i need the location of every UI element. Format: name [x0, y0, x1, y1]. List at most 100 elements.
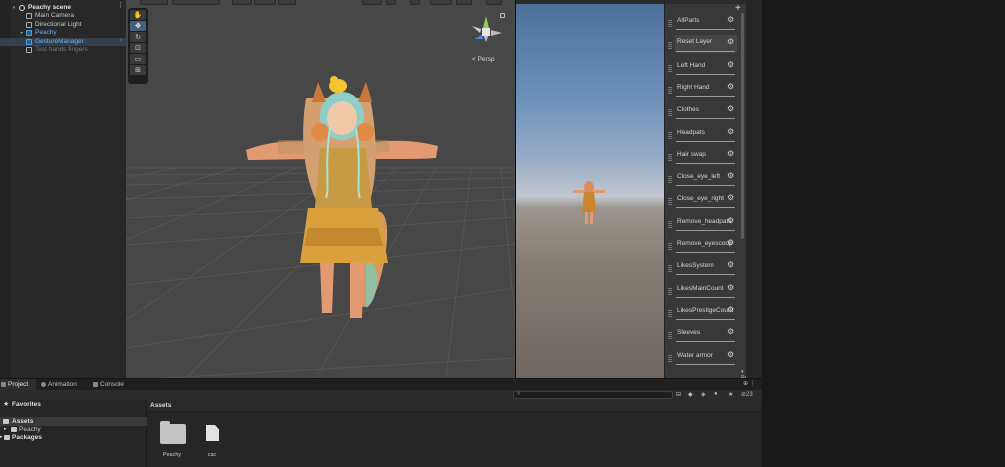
gear-icon[interactable]: ⚙ — [727, 260, 734, 269]
expression-control-name[interactable]: Left Hand — [677, 62, 734, 69]
chevron-right-icon[interactable]: ▸ — [19, 29, 25, 38]
expression-menu-scrollbar[interactable] — [741, 13, 744, 239]
global-dropdown[interactable] — [172, 0, 220, 5]
drag-handle-icon[interactable] — [668, 109, 672, 117]
drag-handle-icon[interactable] — [668, 287, 672, 295]
expression-control-name[interactable]: Hair swap — [677, 151, 734, 158]
expression-control-item[interactable]: LikesMainCount ⚙ — [665, 281, 747, 303]
expression-control-name[interactable]: LikesMainCount — [677, 285, 734, 292]
expression-control-item[interactable]: Sleeves ⚙ — [665, 325, 747, 347]
move-tool-icon[interactable]: ✥ — [130, 21, 146, 31]
panel-lock-icon[interactable]: ⊕ ⋮ — [743, 380, 756, 387]
expression-control-name[interactable]: LikesPrestigeCount — [677, 307, 734, 314]
drag-handle-icon[interactable] — [668, 64, 672, 72]
expression-control-name[interactable]: AllParts — [677, 17, 734, 24]
expression-control-item[interactable]: Headpats ⚙ — [665, 125, 747, 147]
tree-packages[interactable]: ▸ Packages — [0, 433, 147, 442]
drag-handle-icon[interactable] — [668, 198, 672, 206]
favorite-star-icon[interactable]: ★ — [728, 391, 733, 398]
hand-tool-icon[interactable]: ✋ — [130, 10, 146, 20]
rotate-tool-icon[interactable]: ↻ — [130, 32, 146, 42]
increment-toggle[interactable] — [278, 0, 296, 5]
expression-control-item[interactable]: Right Hand ⚙ — [665, 80, 747, 102]
expression-control-item[interactable]: Remove_headpats ⚙ — [665, 214, 747, 236]
hierarchy-menu-icon[interactable]: ⋮ — [117, 1, 124, 9]
expression-control-item[interactable]: Left Hand ⚙ — [665, 58, 747, 80]
filter-label-icon[interactable]: ◆ — [688, 391, 693, 398]
drag-handle-icon[interactable] — [668, 243, 672, 250]
drag-handle-icon[interactable] — [668, 131, 672, 139]
gear-icon[interactable]: ⚙ — [727, 82, 734, 91]
tab-project[interactable]: Project — [0, 379, 36, 390]
expression-control-name[interactable]: Water armor — [677, 352, 734, 359]
expression-control-name[interactable]: Right Hand — [677, 84, 734, 91]
2d-toggle[interactable] — [386, 0, 396, 5]
expression-control-name[interactable]: Close_eye_right — [677, 195, 734, 202]
audio-toggle[interactable] — [430, 0, 452, 5]
draw-mode-dropdown[interactable] — [362, 0, 382, 5]
drag-handle-icon[interactable] — [668, 176, 672, 184]
gear-icon[interactable]: ⚙ — [727, 238, 734, 247]
gear-icon[interactable]: ⚙ — [727, 104, 734, 113]
grid-toggle[interactable] — [254, 0, 276, 5]
tab-animation[interactable]: Animation — [40, 379, 84, 390]
expression-control-item[interactable]: Close_eye_left ⚙ — [665, 169, 747, 191]
hierarchy-item[interactable]: ▾ Peachy scene — [0, 4, 126, 13]
gear-icon[interactable]: ⚙ — [727, 171, 734, 180]
gear-icon[interactable]: ⚙ — [727, 127, 734, 136]
hierarchy-item[interactable]: Test hands fingers — [0, 46, 126, 55]
drag-handle-icon[interactable] — [668, 354, 672, 362]
hierarchy-item[interactable]: ▸ Peachy — [0, 29, 126, 38]
hierarchy-item[interactable]: Directional Light — [0, 21, 126, 30]
expression-control-item[interactable]: Hair swap ⚙ — [665, 147, 747, 169]
expression-control-item[interactable]: Water armor ⚙ — [665, 348, 747, 370]
tree-favorites[interactable]: ★ Favorites — [0, 400, 147, 409]
tab-console[interactable]: Console — [92, 379, 132, 390]
expression-control-name[interactable]: LikesSystem — [677, 262, 734, 269]
lock-icon[interactable] — [500, 13, 505, 18]
info-icon[interactable]: ● — [714, 391, 718, 397]
expression-control-item[interactable]: Reset Layer ⚙ — [665, 35, 747, 57]
drag-handle-icon[interactable] — [668, 332, 672, 340]
expression-control-name[interactable]: Reset Layer — [677, 38, 734, 45]
orientation-gizmo-icon[interactable] — [466, 12, 506, 52]
expression-control-name[interactable]: Sleeves — [677, 329, 734, 336]
project-search-input[interactable]: ⌕ — [513, 391, 673, 399]
expression-control-name[interactable]: Headpats — [677, 129, 734, 136]
gear-icon[interactable]: ⚙ — [727, 149, 734, 158]
rect-tool-icon[interactable]: ▭ — [130, 54, 146, 64]
gear-icon[interactable]: ⚙ — [727, 193, 734, 202]
game-view[interactable] — [515, 0, 664, 378]
gear-icon[interactable]: ⚙ — [727, 327, 734, 336]
hidden-packages-count[interactable]: ⊘23 — [741, 391, 753, 398]
gear-icon[interactable]: ⚙ — [727, 37, 734, 46]
expression-control-name[interactable]: Remove_eyescoop — [677, 240, 734, 247]
gear-icon[interactable]: ⚙ — [727, 305, 734, 314]
drag-handle-icon[interactable] — [668, 309, 672, 317]
expression-control-name[interactable]: Clothes — [677, 106, 734, 113]
drag-handle-icon[interactable] — [668, 42, 672, 50]
breadcrumb-assets[interactable]: Assets — [150, 402, 171, 409]
scene-view[interactable]: ✋ ✥ ↻ ⊡ ▭ ⊞ < Persp — [126, 0, 515, 378]
drag-handle-icon[interactable] — [668, 20, 672, 27]
gear-icon[interactable]: ⚙ — [727, 15, 734, 24]
gizmos-dropdown[interactable] — [486, 0, 502, 5]
drag-handle-icon[interactable] — [668, 265, 672, 273]
scale-tool-icon[interactable]: ⊡ — [130, 43, 146, 53]
gear-icon[interactable]: ⚙ — [727, 283, 734, 292]
gear-icon[interactable]: ⚙ — [727, 350, 734, 359]
expression-control-item[interactable]: LikesSystem ⚙ — [665, 258, 747, 280]
expression-control-item[interactable]: LikesPrestigeCount ⚙ — [665, 303, 747, 325]
chevron-right-icon[interactable]: › — [120, 38, 122, 44]
hierarchy-item[interactable]: GestureManager — [0, 37, 126, 46]
filter-type-icon[interactable]: ⊟ — [676, 391, 681, 398]
expression-control-item[interactable]: Close_eye_right ⚙ — [665, 191, 747, 213]
chevron-down-icon[interactable]: ▾ — [11, 4, 17, 13]
expression-control-name[interactable]: Close_eye_left — [677, 173, 734, 180]
lighting-toggle[interactable] — [410, 0, 420, 5]
projection-label[interactable]: < Persp — [472, 56, 495, 63]
transform-tool-icon[interactable]: ⊞ — [130, 65, 146, 75]
hierarchy-item[interactable]: Main Camera — [0, 12, 126, 21]
drag-handle-icon[interactable] — [668, 220, 672, 228]
expression-control-item[interactable]: Clothes ⚙ — [665, 102, 747, 124]
